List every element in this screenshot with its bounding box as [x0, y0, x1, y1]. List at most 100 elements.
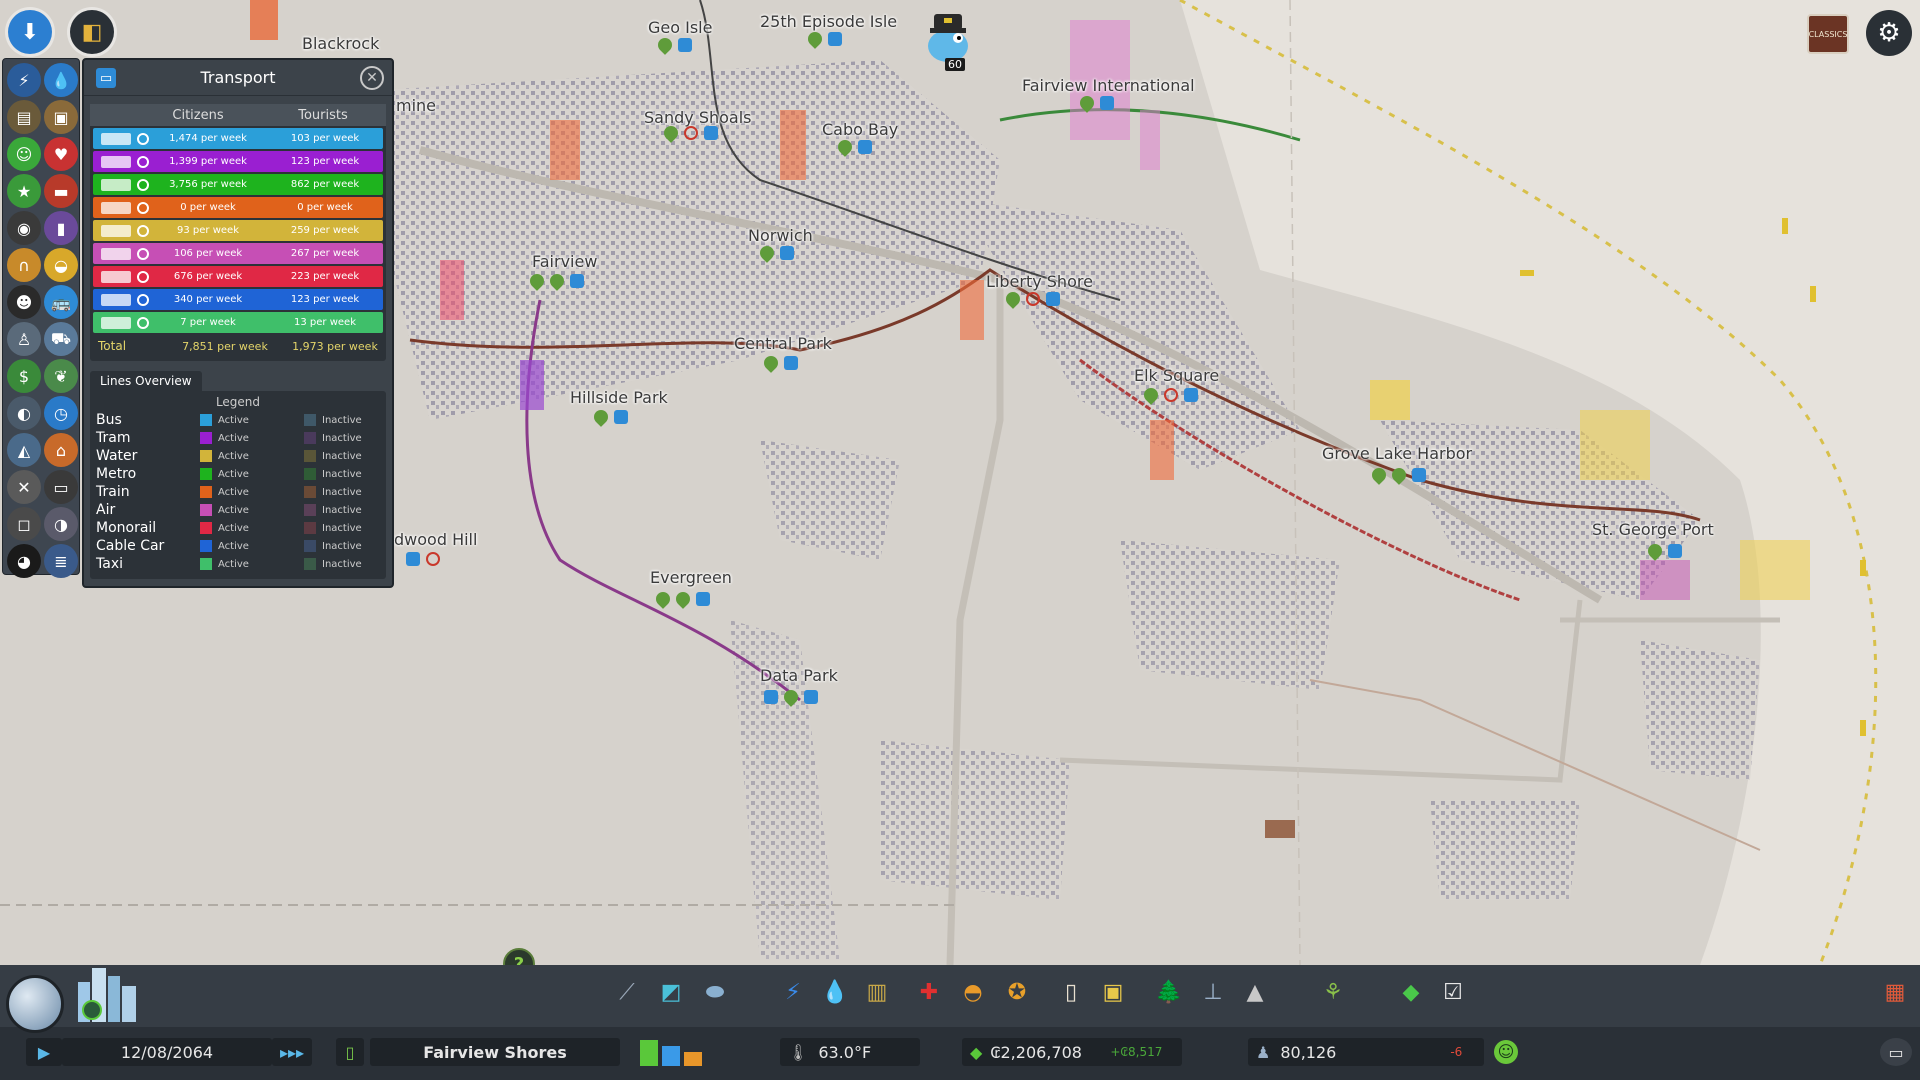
district-label[interactable]: 25th Episode Isle	[760, 12, 897, 31]
globe-icon[interactable]	[6, 975, 64, 1033]
public-transport-icon[interactable]: ▣	[1098, 977, 1128, 1007]
traffic-icon[interactable]: ⛟	[44, 322, 78, 356]
parks-icon[interactable]: 🌲	[1154, 977, 1184, 1007]
magnifier-icon[interactable]	[137, 132, 149, 145]
district-label[interactable]: Elk Square	[1134, 366, 1219, 385]
water-icon[interactable]: 💧	[820, 977, 850, 1007]
happiness-icon[interactable]: ☺	[7, 137, 41, 171]
road-icon[interactable]: ▭	[44, 470, 78, 504]
district-label[interactable]: Hillside Park	[570, 388, 668, 407]
district-label[interactable]: mine	[396, 96, 436, 115]
fire-truck-icon[interactable]: ▬	[44, 174, 78, 208]
money-icon[interactable]: $	[7, 359, 41, 393]
magnifier-icon[interactable]	[137, 247, 149, 260]
service-pins[interactable]	[757, 243, 794, 263]
zoning-icon[interactable]: ◩	[656, 977, 686, 1007]
transport-stat-row-metro[interactable]: 3,756 per week 862 per week	[93, 174, 383, 195]
district-label[interactable]: St. George Port	[1592, 520, 1714, 539]
district-label[interactable]: Cabo Bay	[822, 120, 898, 139]
transport-stat-row-taxi[interactable]: 7 per week 13 per week	[93, 312, 383, 333]
public-transport-icon[interactable]: 🚌	[44, 285, 78, 319]
garbage-icon[interactable]: ▥	[862, 977, 892, 1007]
garbage-icon[interactable]: ▤	[7, 100, 41, 134]
service-pins[interactable]	[1369, 465, 1426, 485]
unique-buildings-button[interactable]: ◧	[70, 10, 114, 54]
play-button[interactable]: ▶	[26, 1038, 62, 1066]
health-icon[interactable]: ♥	[44, 137, 78, 171]
service-pins[interactable]	[591, 407, 628, 427]
magnifier-icon[interactable]	[137, 224, 149, 237]
helmet-icon[interactable]: ∩	[7, 248, 41, 282]
construction-helmet-icon[interactable]: ◒	[44, 248, 78, 282]
service-pins[interactable]	[406, 552, 440, 566]
landscaping-icon[interactable]: ⚘	[1318, 977, 1348, 1007]
milestones-icon[interactable]: ☑	[1438, 977, 1468, 1007]
electricity-icon[interactable]: ⚡	[7, 63, 41, 97]
service-pins[interactable]	[1077, 93, 1114, 113]
noise-icon[interactable]: ◐	[7, 396, 41, 430]
close-icon[interactable]: ✕	[360, 66, 384, 90]
monuments-icon[interactable]: ▲	[1240, 977, 1270, 1007]
crime-icon[interactable]: ☻	[7, 285, 41, 319]
service-pins[interactable]	[835, 137, 872, 157]
electricity-icon[interactable]: ⚡	[778, 977, 808, 1007]
police-icon[interactable]: ✪	[1002, 977, 1032, 1007]
nature-icon[interactable]: ❦	[44, 359, 78, 393]
fire-icon[interactable]: ◓	[958, 977, 988, 1007]
district-label[interactable]: dwood Hill	[394, 530, 477, 549]
magnifier-icon[interactable]	[137, 316, 149, 329]
magnifier-icon[interactable]	[137, 201, 149, 214]
tools-icon[interactable]: ✕	[7, 470, 41, 504]
transport-stat-row-airplane[interactable]: 106 per week 267 per week	[93, 243, 383, 264]
service-pins[interactable]	[764, 687, 818, 707]
skyline-icon[interactable]	[72, 962, 152, 1022]
speed-button[interactable]: ▸▸▸	[272, 1038, 312, 1066]
districts-icon[interactable]: ⬬	[700, 977, 730, 1007]
district-label[interactable]: Geo Isle	[648, 18, 712, 37]
magnifier-icon[interactable]	[137, 155, 149, 168]
service-pins[interactable]	[527, 271, 584, 291]
classics-badge[interactable]: CLASSICS	[1807, 14, 1849, 54]
list-icon[interactable]: ≣	[44, 544, 78, 578]
wind-icon[interactable]: ◭	[7, 433, 41, 467]
service-pins[interactable]	[655, 35, 692, 55]
panel-header[interactable]: ▭ Transport ✕	[84, 60, 392, 96]
service-pins[interactable]	[805, 29, 842, 49]
education-icon[interactable]: ▮	[44, 211, 78, 245]
policies-icon[interactable]: ◆	[1396, 977, 1426, 1007]
clock-icon[interactable]: ◷	[44, 396, 78, 430]
radar-icon[interactable]: ◕	[7, 544, 41, 578]
district-label[interactable]: Evergreen	[650, 568, 732, 587]
district-label[interactable]: Central Park	[734, 334, 832, 353]
population-display[interactable]: ♟ 80,126 -6	[1248, 1038, 1484, 1066]
money-display[interactable]: ◆ ₢2,206,708 +₢8,517	[962, 1038, 1182, 1066]
district-label[interactable]: Norwich	[748, 226, 813, 245]
roads-icon[interactable]: ⟋	[612, 977, 642, 1007]
settings-button[interactable]: ⚙	[1866, 10, 1912, 56]
tourism-icon[interactable]: ◑	[44, 507, 78, 541]
district-label[interactable]: Sandy Shoals	[644, 108, 751, 127]
service-pins[interactable]	[1003, 289, 1060, 309]
tab-lines-overview[interactable]: Lines Overview	[90, 371, 202, 391]
district-label[interactable]: Fairview	[532, 252, 597, 271]
education-icon[interactable]: ▯	[1056, 977, 1086, 1007]
heating-icon[interactable]: ⌂	[44, 433, 78, 467]
service-pins[interactable]	[653, 589, 710, 609]
district-label[interactable]: Data Park	[760, 666, 838, 685]
happiness-indicator[interactable]: ☺	[1492, 1038, 1520, 1066]
star-icon[interactable]: ★	[7, 174, 41, 208]
district-label[interactable]: Grove Lake Harbor	[1322, 444, 1472, 463]
citizen-icon[interactable]: ♙	[7, 322, 41, 356]
magnifier-icon[interactable]	[137, 270, 149, 283]
district-label[interactable]: Blackrock	[302, 34, 379, 53]
transport-stat-row-bus[interactable]: 1,474 per week 103 per week	[93, 128, 383, 149]
bulldoze-icon[interactable]: ▦	[1880, 977, 1910, 1007]
district-label[interactable]: Liberty Shore	[986, 272, 1093, 291]
service-pins[interactable]	[661, 123, 718, 143]
district-label[interactable]: Fairview International	[1022, 76, 1195, 95]
unique-buildings-icon[interactable]: ⊥	[1198, 977, 1228, 1007]
water-icon[interactable]: 💧	[44, 63, 78, 97]
transport-stat-row-train[interactable]: 0 per week 0 per week	[93, 197, 383, 218]
zone-menu-button[interactable]: ⬇	[8, 10, 52, 54]
transport-stat-row-cable-car[interactable]: 340 per week 123 per week	[93, 289, 383, 310]
